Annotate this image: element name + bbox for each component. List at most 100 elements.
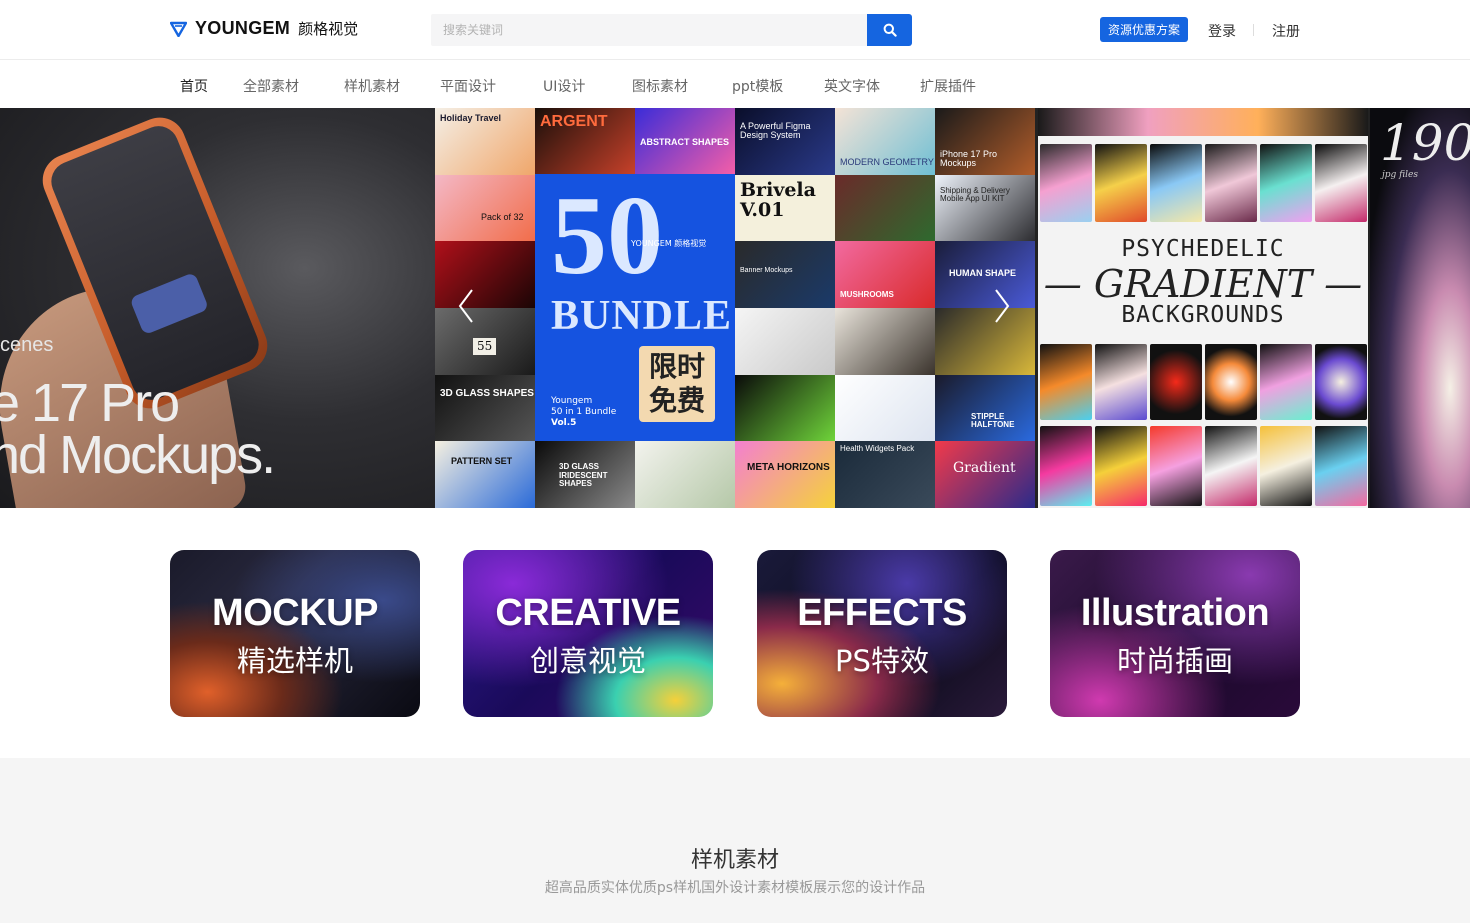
card-mockup[interactable]: MOCKUP 精选样机 <box>170 550 420 717</box>
tile-label: MODERN GEOMETRY <box>840 157 934 167</box>
gradient-tile <box>1150 344 1202 420</box>
search-button[interactable] <box>867 14 912 46</box>
bundle-caption-line1: Youngem <box>551 396 593 406</box>
nav-item-graphic-design[interactable]: 平面设计 <box>440 76 496 96</box>
nav-item-english-fonts[interactable]: 英文字体 <box>824 76 880 96</box>
tile-abstract-shapes: ABSTRACT SHAPES <box>635 108 735 175</box>
carousel-next-button[interactable] <box>993 288 1011 324</box>
section-subtitle: 超高品质实体优质ps样机国外设计素材模板展示您的设计作品 <box>544 880 926 896</box>
nav-item-mockups[interactable]: 样机素材 <box>344 76 400 96</box>
card-title: MOCKUP <box>212 592 378 634</box>
header-divider <box>1253 24 1254 36</box>
bundle-50-tile[interactable]: 50 YOUNGEM 颜格视觉 BUNDLE 限时免费 Youngem 50 i… <box>535 174 735 441</box>
register-link[interactable]: 注册 <box>1272 21 1300 41</box>
promo-plan-button[interactable]: 资源优惠方案 <box>1100 17 1188 42</box>
card-title: Illustration <box>1080 592 1270 634</box>
far-slide-number: 190 <box>1380 114 1470 172</box>
card-subtitle: 时尚插画 <box>1116 644 1233 678</box>
tile-photo-collage <box>835 174 935 242</box>
tile-fashion-photos <box>635 441 735 508</box>
nav-item-plugins[interactable]: 扩展插件 <box>920 76 976 96</box>
gradient-strip <box>1038 108 1368 136</box>
banner-slide-bundle[interactable]: Holiday Travel ARGENT ABSTRACT SHAPES A … <box>435 108 1035 508</box>
gradient-tile <box>1040 144 1092 222</box>
psychedelic-title-line2: — GRADIENT — <box>1043 262 1363 306</box>
tile-label: 3D GLASS SHAPES <box>440 387 534 399</box>
tile-label: Health Widgets Pack <box>840 444 915 454</box>
tile-health-widgets: Health Widgets Pack <box>835 441 935 508</box>
search-icon <box>883 23 897 37</box>
tile-stipple-halftone: STIPPLE HALFTONE <box>935 374 1035 442</box>
nav-item-all-assets[interactable]: 全部素材 <box>243 76 299 96</box>
tile-mushrooms: MUSHROOMS <box>835 241 935 308</box>
tile-furniture <box>835 308 935 375</box>
free-badge: 限时免费 <box>639 346 715 422</box>
far-slide-sub: jpg files <box>1382 170 1418 180</box>
carousel-prev-button[interactable] <box>457 288 475 324</box>
tile-modern-geometry: MODERN GEOMETRY <box>835 108 935 175</box>
card-subtitle: PS特效 <box>835 644 929 678</box>
banner-slide-psychedelic[interactable]: PSYCHEDELIC — GRADIENT — BACKGROUNDS <box>1038 108 1368 508</box>
tile-makeshift <box>735 308 835 375</box>
tile-pack-of-32: Pack of 32 <box>435 174 535 242</box>
card-title: EFFECTS <box>797 592 967 634</box>
main-nav: 首页 全部素材 样机素材 平面设计 UI设计 图标素材 ppt模板 英文字体 扩… <box>0 60 1470 108</box>
tile-3d-glass-shapes: 3D GLASS SHAPES <box>435 374 535 442</box>
tile-label: A Powerful Figma Design System <box>740 121 811 141</box>
tile-brushes-55: 55 <box>435 308 535 375</box>
card-subtitle: 创意视觉 <box>529 644 646 678</box>
tile-brivela: Brivela V.01 <box>735 174 835 242</box>
bundle-word: BUNDLE <box>551 293 733 339</box>
tile-holiday-travel: Holiday Travel <box>435 108 535 175</box>
phone-screen-card <box>129 271 210 336</box>
nav-item-ppt-templates[interactable]: ppt模板 <box>732 76 783 96</box>
gradient-tile <box>1315 344 1367 420</box>
slide-text-line3: nd Mockups. <box>0 425 276 485</box>
gradient-tile <box>1095 344 1147 420</box>
nav-item-ui-design[interactable]: UI设计 <box>543 76 585 96</box>
tile-figma-design-system: A Powerful Figma Design System <box>735 108 835 175</box>
nav-item-home[interactable]: 首页 <box>180 76 208 96</box>
tile-label: 3D GLASS IRIDESCENT SHAPES <box>559 462 608 489</box>
tile-label: META HORIZONS <box>747 462 830 474</box>
tile-label: iPhone 17 Pro Mockups <box>940 149 998 169</box>
tile-click-hover <box>735 374 835 442</box>
card-subtitle: 精选样机 <box>236 644 353 678</box>
search-bar <box>431 14 912 46</box>
nav-item-icons[interactable]: 图标素材 <box>632 76 688 96</box>
mockups-section: 样机素材 超高品质实体优质ps样机国外设计素材模板展示您的设计作品 <box>0 758 1470 923</box>
gradient-tile <box>1260 426 1312 506</box>
gradient-tile <box>1150 426 1202 506</box>
card-effects[interactable]: EFFECTS PS特效 <box>757 550 1007 717</box>
banner-slide-190-jpg[interactable]: 190 jpg files <box>1370 108 1470 508</box>
hero-carousel[interactable]: cenes e 17 Pro nd Mockups. Holiday Trave… <box>0 108 1470 508</box>
card-creative[interactable]: CREATIVE 创意视觉 <box>463 550 713 717</box>
tile-label: Pack of 32 <box>481 211 524 222</box>
tile-gradient: Gradient <box>935 441 1035 508</box>
tile-label: MUSHROOMS <box>840 290 894 300</box>
gradient-tile <box>1260 344 1312 420</box>
tile-shipping-app-ui-kit: Shipping & Delivery Mobile App UI KIT <box>935 174 1035 242</box>
login-link[interactable]: 登录 <box>1208 21 1236 41</box>
banner-slide-iphone-mockups[interactable]: cenes e 17 Pro nd Mockups. <box>0 108 435 508</box>
logo-text-en: YOUNGEM <box>195 18 291 38</box>
logo-text-cn: 颜格视觉 <box>298 20 359 38</box>
tile-label: Gradient <box>953 460 1016 477</box>
youngem-diamond-logo-icon <box>170 21 187 37</box>
section-title: 样机素材 <box>690 848 779 873</box>
tile-argent: ARGENT <box>535 108 635 175</box>
tile-3d-glass-iridescent: 3D GLASS IRIDESCENT SHAPES <box>535 441 635 508</box>
tile-iphone17-mockups: iPhone 17 Pro Mockups <box>935 108 1035 175</box>
search-input[interactable] <box>431 14 867 46</box>
psychedelic-title-line3: BACKGROUNDS <box>1121 302 1285 328</box>
tile-label: Shipping & Delivery Mobile App UI KIT <box>940 185 1010 204</box>
gradient-tile <box>1315 144 1367 222</box>
tile-label: Brivela V.01 <box>740 178 816 221</box>
tile-angel-poster <box>435 241 535 308</box>
card-illustration[interactable]: Illustration 时尚插画 <box>1050 550 1300 717</box>
bundle-caption: Youngem 50 in 1 Bundle Vol.5 <box>551 396 616 428</box>
slide-text-line1: cenes <box>0 334 54 356</box>
logo[interactable]: YOUNGEM 颜格视觉 <box>170 18 358 39</box>
tile-pattern-set: PATTERN SET <box>435 441 535 508</box>
tile-meta-horizons: META HORIZONS <box>735 441 835 508</box>
